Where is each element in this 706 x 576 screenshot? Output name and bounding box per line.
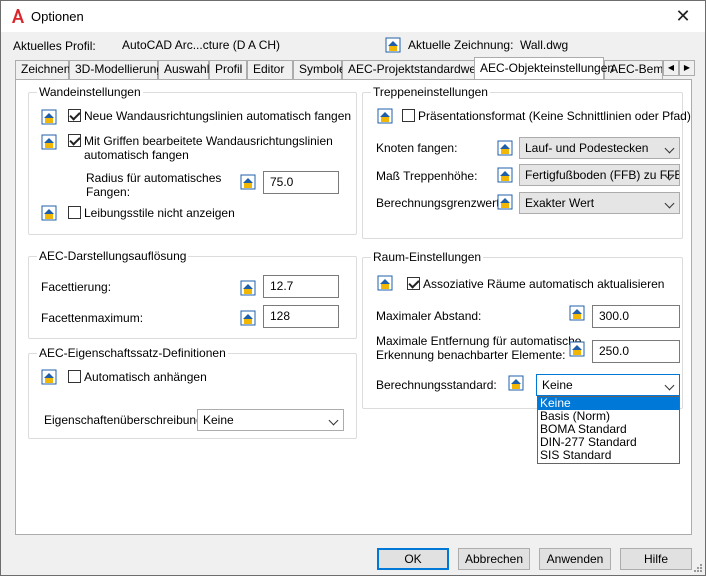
chevron-down-icon bbox=[664, 380, 675, 391]
calc-standard-value: Keine bbox=[542, 378, 573, 392]
property-set-definitions-title: AEC-Eigenschaftssatz-Definitionen bbox=[37, 346, 228, 360]
auto-snap-new-wall-lines-checkbox[interactable] bbox=[68, 109, 81, 122]
tab-editor[interactable]: Editor bbox=[247, 60, 293, 79]
wall-settings-title: Wandeinstellungen bbox=[37, 85, 143, 99]
hide-opening-styles-checkbox[interactable] bbox=[68, 206, 81, 219]
resize-grip-icon[interactable] bbox=[693, 563, 703, 573]
auto-snap-new-wall-lines-label: Neue Wandausrichtungslinien automatisch … bbox=[84, 109, 352, 123]
tab-auswahl[interactable]: Auswahl bbox=[158, 60, 209, 79]
property-override-select[interactable]: Keine bbox=[197, 409, 344, 431]
tab-strip: Zeichnen 3D-Modellierung Auswahl Profil … bbox=[15, 57, 695, 79]
current-profile-value: AutoCAD Arc...cture (D A CH) bbox=[122, 38, 281, 52]
assoc-spaces-checkbox[interactable] bbox=[407, 277, 420, 290]
drawing-setting-icon bbox=[497, 194, 513, 210]
drawing-setting-icon bbox=[497, 140, 513, 156]
calc-standard-label: Berechnungsstandard: bbox=[376, 378, 497, 392]
stair-height-value: Fertigfußboden (FFB) zu FFB bbox=[525, 168, 680, 182]
max-distance-label: Maximaler Abstand: bbox=[376, 309, 482, 323]
aec-display-resolution-title: AEC-Darstellungsauflösung bbox=[37, 249, 189, 263]
stair-settings-title: Treppeneinstellungen bbox=[371, 85, 490, 99]
auto-snap-grip-wall-lines-label-line1: Mit Griffen bearbeitete Wandausrichtungs… bbox=[84, 134, 333, 148]
drawing-setting-icon bbox=[240, 280, 256, 296]
tab-scroll-right-icon[interactable]: ▶ bbox=[679, 60, 695, 76]
stair-height-label: Maß Treppenhöhe: bbox=[376, 169, 478, 183]
presentation-format-label: Präsentationsformat (Keine Schnittlinien… bbox=[418, 109, 691, 123]
current-drawing-label: Aktuelle Zeichnung: bbox=[408, 38, 514, 52]
space-settings-title: Raum-Einstellungen bbox=[371, 250, 484, 264]
property-override-value: Keine bbox=[203, 413, 234, 427]
tab-scroll-left-icon[interactable]: ◀ bbox=[663, 60, 679, 76]
calc-limits-label: Berechnungsgrenzwerte: bbox=[376, 196, 510, 210]
snap-radius-input[interactable]: 75.0 bbox=[263, 171, 339, 194]
drawing-setting-icon bbox=[508, 375, 524, 391]
drawing-setting-icon bbox=[385, 37, 401, 53]
options-dialog: Optionen ✕ Aktuelles Profil: AutoCAD Arc… bbox=[0, 0, 706, 576]
node-snap-value: Lauf- und Podestecken bbox=[525, 141, 649, 155]
drawing-setting-icon bbox=[569, 341, 585, 357]
title-bar: Optionen ✕ bbox=[1, 1, 705, 32]
calc-limits-select[interactable]: Exakter Wert bbox=[519, 192, 680, 214]
auto-attach-checkbox[interactable] bbox=[68, 370, 81, 383]
help-button[interactable]: Hilfe bbox=[620, 548, 692, 570]
autocad-logo-icon bbox=[12, 9, 24, 23]
auto-snap-grip-wall-lines-label-line2: automatisch fangen bbox=[84, 148, 189, 162]
chevron-down-icon bbox=[328, 415, 339, 426]
assoc-spaces-label: Assoziative Räume automatisch aktualisie… bbox=[423, 277, 665, 291]
tab-3d-modellierung[interactable]: 3D-Modellierung bbox=[69, 60, 163, 79]
tab-profil[interactable]: Profil bbox=[209, 60, 247, 79]
max-distance-input[interactable]: 300.0 bbox=[592, 305, 680, 328]
drawing-setting-icon bbox=[569, 305, 585, 321]
current-drawing-value: Wall.dwg bbox=[520, 38, 569, 52]
tab-zeichnen[interactable]: Zeichnen bbox=[15, 60, 70, 79]
max-detect-label-line2: Erkennung benachbarter Elemente: bbox=[376, 348, 566, 362]
node-snap-label: Knoten fangen: bbox=[376, 141, 458, 155]
cancel-button[interactable]: Abbrechen bbox=[458, 548, 530, 570]
chevron-down-icon bbox=[664, 198, 675, 209]
property-override-label: Eigenschaftenüberschreibung bbox=[44, 413, 203, 427]
auto-attach-label: Automatisch anhängen bbox=[84, 370, 207, 384]
facet-deviation-input[interactable]: 12.7 bbox=[263, 275, 339, 298]
drawing-setting-icon bbox=[377, 275, 393, 291]
facet-deviation-label: Facettierung: bbox=[41, 280, 112, 294]
chevron-down-icon bbox=[664, 143, 675, 154]
calc-standard-select[interactable]: Keine bbox=[536, 374, 680, 396]
facet-maximum-input[interactable]: 128 bbox=[263, 305, 339, 328]
drawing-setting-icon bbox=[497, 167, 513, 183]
tab-symbole[interactable]: Symbole bbox=[293, 60, 346, 79]
apply-button[interactable]: Anwenden bbox=[539, 548, 611, 570]
drawing-setting-icon bbox=[41, 369, 57, 385]
tab-aec-projektstandardwerte[interactable]: AEC-Projektstandardwerte bbox=[342, 60, 490, 79]
drawing-setting-icon bbox=[41, 205, 57, 221]
stair-height-select[interactable]: Fertigfußboden (FFB) zu FFB bbox=[519, 164, 680, 186]
current-profile-label: Aktuelles Profil: bbox=[13, 39, 96, 53]
node-snap-select[interactable]: Lauf- und Podestecken bbox=[519, 137, 680, 159]
hide-opening-styles-label: Leibungsstile nicht anzeigen bbox=[84, 206, 235, 220]
presentation-format-checkbox[interactable] bbox=[402, 109, 415, 122]
window-title: Optionen bbox=[31, 9, 84, 24]
calc-limits-value: Exakter Wert bbox=[525, 196, 595, 210]
snap-radius-label-line2: Fangen: bbox=[86, 185, 131, 199]
snap-radius-label-line1: Radius für automatisches bbox=[86, 171, 222, 185]
max-detect-input[interactable]: 250.0 bbox=[592, 340, 680, 363]
drawing-setting-icon bbox=[240, 174, 256, 190]
auto-snap-grip-wall-lines-checkbox[interactable] bbox=[68, 134, 81, 147]
drawing-setting-icon bbox=[41, 109, 57, 125]
dropdown-option[interactable]: SIS Standard bbox=[538, 449, 679, 462]
tab-aec-objekteinstellungen[interactable]: AEC-Objekteinstellungen bbox=[474, 57, 614, 79]
facet-maximum-label: Facettenmaximum: bbox=[41, 311, 144, 325]
ok-button[interactable]: OK bbox=[377, 548, 449, 570]
drawing-setting-icon bbox=[41, 134, 57, 150]
drawing-setting-icon bbox=[240, 310, 256, 326]
calc-standard-dropdown: Keine Basis (Norm) BOMA Standard DIN-277… bbox=[537, 396, 680, 464]
close-icon[interactable]: ✕ bbox=[671, 5, 695, 27]
max-detect-label-line1: Maximale Entfernung für automatische bbox=[376, 334, 582, 348]
drawing-setting-icon bbox=[377, 108, 393, 124]
